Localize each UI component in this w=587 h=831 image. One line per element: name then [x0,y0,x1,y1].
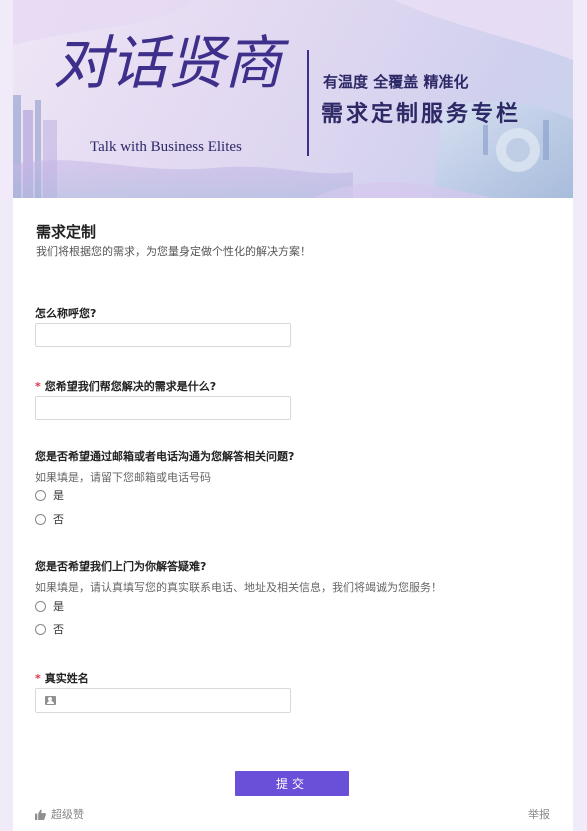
radio-button[interactable] [35,623,46,635]
question-realname-text: 真实姓名 [44,672,89,685]
name-input[interactable] [35,323,291,347]
form-title: 需求定制 [36,223,97,241]
submit-button[interactable]: 提交 [235,771,349,796]
question-contact-hint: 如果填是，请留下您邮箱或电话号码 [35,471,211,484]
banner-divider [307,50,309,156]
question-visit-text: 您是否希望我们上门为你解答疑难? [35,560,207,573]
question-visit-label: 您是否希望我们上门为你解答疑难? [35,558,206,574]
contact-option-no[interactable]: 否 [35,511,64,527]
visit-option-yes[interactable]: 是 [35,598,64,614]
contact-option-yes[interactable]: 是 [35,487,64,503]
question-visit-hint: 如果填是，请认真填写您的真实联系电话、地址及相关信息，我们将竭诚为您服务！ [35,581,442,594]
report-link[interactable]: 举报 [528,806,550,822]
like-label: 超级赞 [51,808,84,821]
thumbs-up-icon [35,808,46,820]
radio-button[interactable] [35,513,46,525]
form-description: 我们将根据您的需求，为您量身定做个性化的解决方案！ [36,245,311,258]
option-label: 是 [53,600,64,613]
radio-button[interactable] [35,600,46,612]
form-card: 对话贤商 Talk with Business Elites 有温度 全覆盖 精… [13,0,573,831]
visit-option-no[interactable]: 否 [35,621,64,637]
option-label: 是 [53,489,64,502]
option-label: 否 [53,513,64,526]
question-name-label: 怎么称呼您? [35,305,96,321]
radio-button[interactable] [35,489,46,501]
banner: 对话贤商 Talk with Business Elites 有温度 全覆盖 精… [13,0,573,198]
like-button[interactable]: 超级赞 [35,806,84,822]
need-input[interactable] [35,396,291,420]
realname-field[interactable] [35,688,291,713]
required-mark: * [35,380,41,393]
question-realname-label: * 真实姓名 [35,670,89,686]
option-label: 否 [53,623,64,636]
realname-input[interactable] [62,690,286,713]
banner-tagline: 有温度 全覆盖 精准化 [323,73,469,91]
question-need-label: * 您希望我们帮您解决的需求是什么? [35,378,216,394]
banner-title: 对话贤商 [53,29,282,97]
question-contact-text: 您是否希望通过邮箱或者电话沟通为您解答相关问题? [35,450,295,463]
banner-column-title: 需求定制服务专栏 [321,102,522,127]
question-name-text: 怎么称呼您? [35,307,97,320]
banner-subtitle: Talk with Business Elites [90,139,242,155]
question-need-text: 您希望我们帮您解决的需求是什么? [44,380,217,393]
question-contact-label: 您是否希望通过邮箱或者电话沟通为您解答相关问题? [35,448,294,464]
required-mark: * [35,672,41,685]
contact-card-icon [45,696,56,705]
